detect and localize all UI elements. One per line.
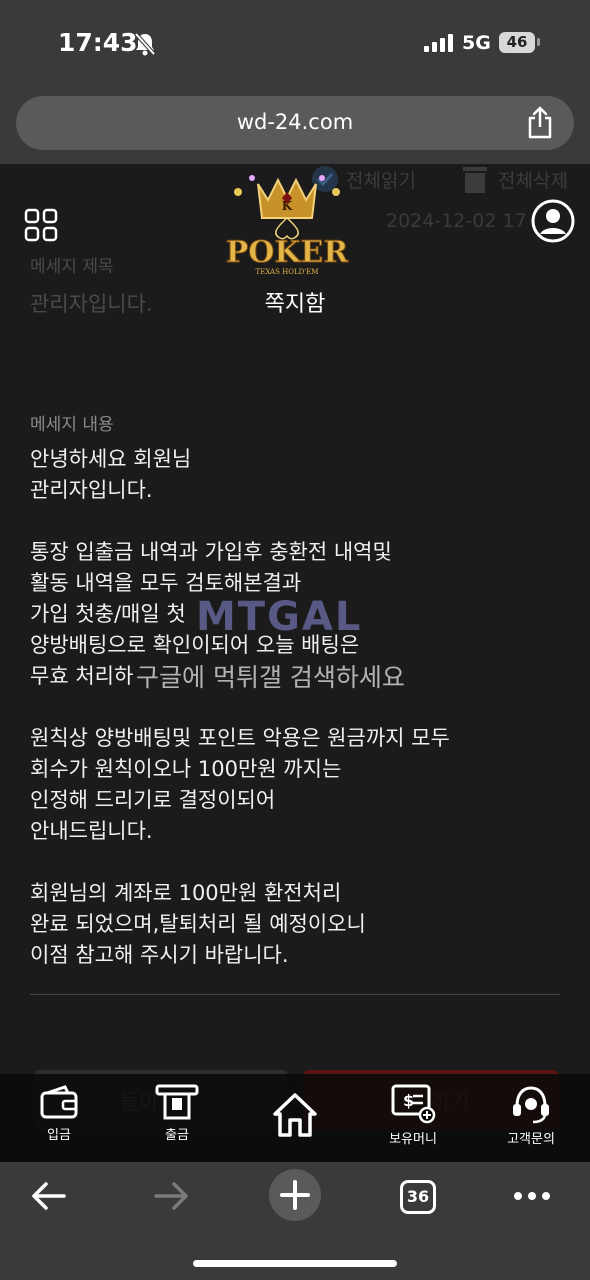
svg-text:K: K: [282, 199, 293, 213]
message-line: 이점 참고해 주시기 바랍니다.: [30, 943, 289, 967]
browser-address-area: wd-24.com: [0, 90, 590, 164]
message-line: 관리자입니다.: [30, 478, 153, 502]
nav-home[interactable]: [250, 1090, 340, 1144]
read-all-button[interactable]: 전체읽기: [346, 166, 416, 193]
message-line: 원칙상 양방배팅및 포인트 악용은 원금까지 모두: [30, 726, 450, 750]
url-text: wd-24.com: [236, 110, 354, 134]
watermark-caption: 구글에 먹튀갤 검색하세요: [136, 663, 405, 692]
address-bar[interactable]: wd-24.com: [16, 96, 574, 150]
message-line: [30, 847, 560, 878]
bottom-nav: 입금 출금 $ 보유머니 고객문의: [0, 1074, 590, 1162]
forward-arrow-icon[interactable]: [154, 1180, 190, 1212]
nav-support-label: 고객문의: [507, 1132, 555, 1147]
divider: [30, 994, 560, 995]
message-line: 회원님의 계좌로 100만원 환전처리: [30, 881, 342, 905]
network-type: 5G: [462, 32, 491, 54]
message-line: 통장 입출금 내역과 가입후 충환전 내역및: [30, 540, 392, 564]
wallet-icon: [40, 1085, 78, 1119]
nav-support[interactable]: 고객문의: [486, 1084, 576, 1147]
message-date: 2024-12-02 17: [386, 210, 527, 232]
message-line: 안내드립니다.: [30, 819, 153, 843]
nav-deposit-label: 입금: [47, 1128, 71, 1143]
back-arrow-icon[interactable]: [30, 1180, 66, 1212]
delete-all-button[interactable]: 전체삭제: [498, 166, 568, 193]
battery-nub: [537, 38, 540, 46]
svg-text:$: $: [403, 1091, 414, 1110]
page-title: 쪽지함: [264, 292, 326, 317]
user-profile-icon[interactable]: [530, 198, 576, 244]
subject-label: 메세지 제목: [30, 257, 114, 277]
trash-icon: [463, 167, 487, 193]
battery-icon: 46: [499, 32, 535, 53]
logo-text: POKER: [226, 235, 350, 270]
bell-muted-icon: [134, 32, 156, 56]
share-icon[interactable]: [526, 106, 554, 140]
more-icon[interactable]: [512, 1190, 552, 1202]
message-line: 안녕하세요 회원님: [30, 447, 192, 471]
nav-balance[interactable]: $ 보유머니: [368, 1084, 458, 1147]
poker-logo[interactable]: K POKER TEXAS HOLD'EM: [222, 170, 352, 278]
watermark-brand: MTGAL: [196, 594, 363, 640]
atm-icon: [155, 1084, 199, 1120]
signal-icon: [424, 34, 453, 52]
status-bar: 17:43 5G 46: [0, 0, 590, 90]
message-page: 전체읽기 전체삭제 2024-12-02 17 메세지 제목 관리자입니다. K…: [0, 164, 590, 1130]
nav-deposit[interactable]: 입금: [14, 1084, 104, 1143]
nav-withdraw[interactable]: 출금: [132, 1084, 222, 1143]
message-line: 회수가 원칙이오나 100만원 까지는: [30, 757, 342, 781]
logo-subtext: TEXAS HOLD'EM: [256, 268, 319, 276]
home-indicator: [193, 1260, 397, 1267]
message-line: [30, 506, 560, 537]
menu-grid-icon[interactable]: [24, 208, 58, 242]
home-icon: [273, 1093, 317, 1137]
new-tab-icon[interactable]: [268, 1168, 322, 1222]
message-line: [30, 692, 560, 723]
nav-balance-label: 보유머니: [389, 1132, 437, 1147]
nav-withdraw-label: 출금: [165, 1128, 189, 1143]
browser-toolbar: 36: [0, 1162, 590, 1280]
message-line: 완료 되었으며,탈퇴처리 될 예정이오니: [30, 912, 366, 936]
message-body: 안녕하세요 회원님 관리자입니다. 통장 입출금 내역과 가입후 충환전 내역및…: [30, 444, 560, 971]
content-label: 메세지 내용: [30, 415, 114, 435]
message-line: 인정해 드리기로 결정이되어: [30, 788, 276, 812]
tabs-button[interactable]: 36: [400, 1180, 436, 1214]
headset-icon: [513, 1086, 549, 1124]
status-time: 17:43: [58, 28, 138, 57]
money-icon: $: [391, 1084, 436, 1124]
